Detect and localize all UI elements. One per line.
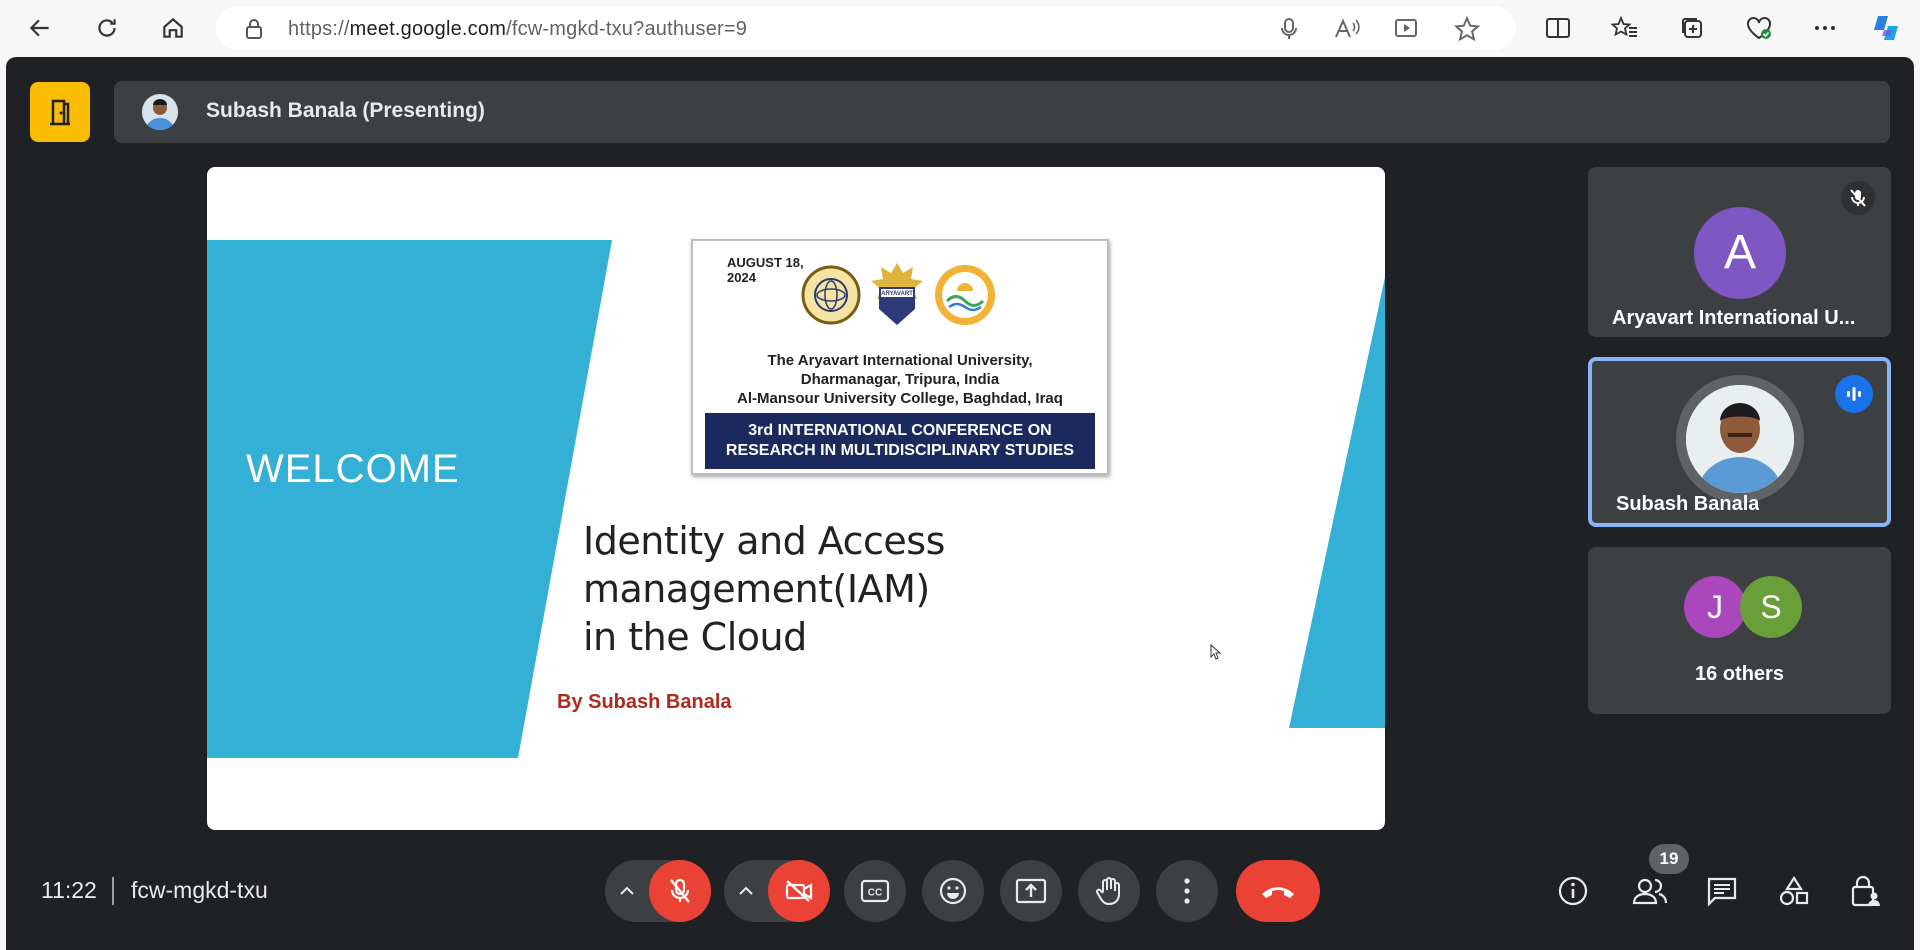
conference-date: AUGUST 18, 2024 <box>727 255 807 285</box>
back-arrow-icon <box>29 19 49 37</box>
speaking-indicator-icon <box>1835 375 1873 413</box>
url-path: /fcw-mgkd-txu?authuser=9 <box>506 18 748 40</box>
meeting-code: fcw-mgkd-txu <box>131 877 268 903</box>
other-avatar-s: S <box>1740 576 1802 638</box>
participant-tile-others[interactable]: J S 16 others <box>1588 547 1891 714</box>
emoji-icon <box>939 877 967 905</box>
participant-name: Subash Banala <box>1616 493 1760 515</box>
aryavart-seal-icon: ARYAVART <box>871 263 923 325</box>
people-button[interactable] <box>1630 871 1670 911</box>
back-button[interactable] <box>22 10 58 46</box>
university-line3: Al-Mansour University College, Baghdad, … <box>737 390 1063 407</box>
leave-room-button[interactable] <box>30 82 90 142</box>
reactions-button[interactable] <box>922 860 984 922</box>
participant-tile-aryavart[interactable]: A Aryavart International U... <box>1588 167 1891 337</box>
favorites-icon[interactable] <box>1609 12 1641 44</box>
mouse-cursor-icon <box>1210 644 1222 660</box>
refresh-icon <box>98 19 116 37</box>
door-icon <box>50 99 70 126</box>
read-aloud-icon[interactable] <box>1334 16 1360 42</box>
camera-toggle-button[interactable] <box>768 860 830 922</box>
meeting-time: 11:22 <box>41 877 97 903</box>
raise-hand-icon <box>1096 877 1120 906</box>
more-vert-icon <box>1184 878 1190 904</box>
raise-hand-button[interactable] <box>1078 860 1140 922</box>
welcome-text: WELCOME <box>246 447 460 491</box>
hang-up-icon <box>1262 887 1294 898</box>
presenter-avatar <box>142 94 178 130</box>
mic-off-indicator-icon <box>1841 181 1875 215</box>
participant-name: Aryavart International U... <box>1612 307 1856 329</box>
copilot-icon[interactable] <box>1870 12 1902 44</box>
participant-photo <box>1686 385 1794 493</box>
presenter-bar: Subash Banala (Presenting) <box>114 81 1890 143</box>
collections-icon[interactable] <box>1676 12 1708 44</box>
closed-captions-icon: CC <box>860 879 890 903</box>
meeting-details-button[interactable] <box>1553 871 1593 911</box>
conference-line1: 3rd INTERNATIONAL CONFERENCE ON <box>748 422 1052 439</box>
slide-title-line2: in the Cloud <box>583 615 807 659</box>
slide-byline: By Subash Banala <box>557 691 732 713</box>
refresh-button[interactable] <box>89 10 125 46</box>
url-host: meet.google.com <box>349 18 507 40</box>
slide-title: Identity and Access management(IAM) in t… <box>583 517 1303 661</box>
university-names: The Aryavart International University, D… <box>693 351 1107 408</box>
captions-button[interactable]: CC <box>844 860 906 922</box>
university-seal-icon <box>801 265 861 325</box>
chat-icon <box>1707 877 1737 906</box>
home-button[interactable] <box>155 10 191 46</box>
url-text[interactable]: https://meet.google.com/fcw-mgkd-txu?aut… <box>288 18 747 41</box>
lock-icon[interactable] <box>244 18 264 40</box>
conference-date-line1: AUGUST 18, <box>727 255 804 270</box>
participant-photo-ring <box>1676 375 1804 503</box>
leave-call-button[interactable] <box>1236 860 1320 922</box>
mic-options-button[interactable] <box>616 880 638 902</box>
participant-tile-subash[interactable]: Subash Banala <box>1588 357 1891 527</box>
url-scheme: https:// <box>288 18 350 40</box>
conference-title: 3rd INTERNATIONAL CONFERENCE ON RESEARCH… <box>705 413 1095 469</box>
mic-toggle-button[interactable] <box>649 860 711 922</box>
activities-button[interactable] <box>1774 871 1814 911</box>
meet-app: Subash Banala (Presenting) WELCOME AUGUS… <box>6 57 1914 950</box>
conference-banner: AUGUST 18, 2024 ARYAVART The Aryavart In… <box>691 239 1109 475</box>
browser-toolbar: https://meet.google.com/fcw-mgkd-txu?aut… <box>0 0 1920 57</box>
aryavart-seal-text: ARYAVART <box>881 291 913 297</box>
conference-line2: RESEARCH IN MULTIDISCIPLINARY STUDIES <box>725 442 1075 459</box>
divider <box>112 877 114 905</box>
favorite-star-icon[interactable] <box>1454 16 1480 42</box>
captions-label: CC <box>868 888 882 899</box>
presenter-name: Subash Banala (Presenting) <box>206 99 485 122</box>
present-screen-button[interactable] <box>1000 860 1062 922</box>
microphone-icon[interactable] <box>1276 16 1302 42</box>
present-screen-icon <box>1015 878 1047 904</box>
chevron-up-icon <box>620 886 634 895</box>
others-count-label: 16 others <box>1695 663 1784 685</box>
lock-person-icon <box>1851 875 1880 907</box>
split-screen-icon[interactable] <box>1542 12 1574 44</box>
other-avatar-j: J <box>1684 576 1746 638</box>
university-line1: The Aryavart International University, <box>767 352 1033 369</box>
host-controls-button[interactable] <box>1846 871 1886 911</box>
activities-shapes-icon <box>1779 875 1809 906</box>
chat-button[interactable] <box>1702 871 1742 911</box>
conference-date-line2: 2024 <box>727 270 756 285</box>
chevron-up-icon <box>739 886 753 895</box>
camera-off-icon <box>785 880 813 902</box>
more-options-button[interactable] <box>1156 860 1218 922</box>
participant-avatar: A <box>1694 207 1786 299</box>
mic-off-icon <box>670 878 690 903</box>
camera-options-button[interactable] <box>735 880 757 902</box>
university-line2: Dharmanagar, Tripura, India <box>800 371 1000 388</box>
slide-title-line1: Identity and Access management(IAM) <box>583 519 945 611</box>
address-bar[interactable]: https://meet.google.com/fcw-mgkd-txu?aut… <box>216 6 1516 50</box>
almansour-seal-icon <box>935 265 995 325</box>
shared-screen: WELCOME AUGUST 18, 2024 ARYAVART The Ary… <box>207 167 1385 830</box>
media-play-icon[interactable] <box>1394 16 1420 42</box>
info-icon <box>1558 876 1588 906</box>
browser-essentials-icon[interactable] <box>1743 12 1775 44</box>
more-options-icon[interactable] <box>1809 12 1841 44</box>
home-icon <box>163 17 183 38</box>
participant-count-badge: 19 <box>1649 844 1689 874</box>
people-icon <box>1632 878 1668 905</box>
